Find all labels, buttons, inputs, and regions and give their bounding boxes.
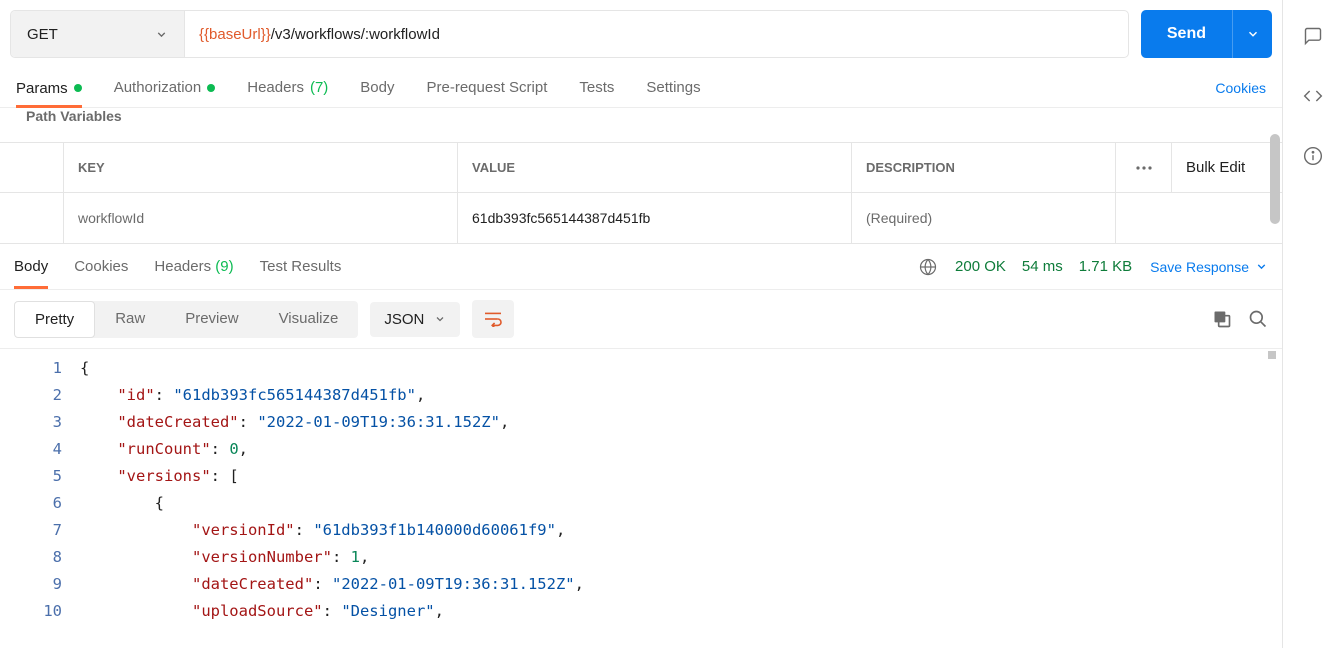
tab-prerequest[interactable]: Pre-request Script bbox=[427, 79, 548, 96]
minimap-indicator bbox=[1268, 351, 1276, 359]
response-body-viewer[interactable]: 12345678910 { "id": "61db393fc565144387d… bbox=[0, 349, 1282, 648]
request-tabs: Params Authorization Headers (7) Body Pr… bbox=[0, 68, 1282, 108]
send-dropdown-button[interactable] bbox=[1232, 10, 1272, 58]
tab-authorization[interactable]: Authorization bbox=[114, 79, 216, 96]
more-options-button[interactable] bbox=[1116, 143, 1172, 192]
chevron-down-icon bbox=[155, 28, 168, 41]
send-button[interactable]: Send bbox=[1141, 10, 1232, 58]
copy-icon[interactable] bbox=[1212, 309, 1232, 329]
key-cell[interactable]: workflowId bbox=[64, 193, 458, 243]
bulk-edit-button[interactable]: Bulk Edit bbox=[1172, 143, 1282, 192]
response-tabs: Body Cookies Headers (9) Test Results 20… bbox=[0, 244, 1282, 290]
active-dot-icon bbox=[207, 84, 215, 92]
status-size: 1.71 KB bbox=[1079, 258, 1132, 275]
tab-response-cookies[interactable]: Cookies bbox=[74, 258, 128, 275]
value-header: VALUE bbox=[458, 143, 852, 192]
view-preview[interactable]: Preview bbox=[165, 301, 258, 338]
value-cell[interactable]: 61db393fc565144387d451fb bbox=[458, 193, 852, 243]
comments-icon[interactable] bbox=[1303, 26, 1323, 46]
view-mode-group: Pretty Raw Preview Visualize bbox=[14, 301, 358, 338]
wrap-lines-button[interactable] bbox=[472, 300, 514, 338]
checkbox-header bbox=[0, 143, 64, 192]
save-response-button[interactable]: Save Response bbox=[1150, 259, 1268, 275]
globe-icon[interactable] bbox=[919, 258, 937, 276]
response-status: 200 OK 54 ms 1.71 KB bbox=[955, 258, 1132, 275]
tab-response-body[interactable]: Body bbox=[14, 244, 48, 289]
url-path: /v3/workflows/:workflowId bbox=[271, 26, 440, 43]
key-header: KEY bbox=[64, 143, 458, 192]
url-input[interactable]: {{baseUrl}}/v3/workflows/:workflowId bbox=[185, 11, 1128, 57]
send-group: Send bbox=[1141, 10, 1272, 58]
table-row: workflowId 61db393fc565144387d451fb (Req… bbox=[0, 193, 1282, 243]
request-url-bar: GET {{baseUrl}}/v3/workflows/:workflowId bbox=[10, 10, 1129, 58]
status-time: 54 ms bbox=[1022, 258, 1063, 275]
active-dot-icon bbox=[74, 84, 82, 92]
method-select[interactable]: GET bbox=[11, 11, 185, 57]
view-raw[interactable]: Raw bbox=[95, 301, 165, 338]
tab-response-headers[interactable]: Headers (9) bbox=[154, 258, 233, 275]
row-checkbox[interactable] bbox=[0, 193, 64, 243]
tab-headers[interactable]: Headers (7) bbox=[247, 79, 328, 96]
path-variables-table: KEY VALUE DESCRIPTION Bulk Edit workflow… bbox=[0, 142, 1282, 244]
scrollbar-thumb[interactable] bbox=[1270, 134, 1280, 224]
right-sidebar bbox=[1283, 0, 1343, 648]
tab-tests[interactable]: Tests bbox=[579, 79, 614, 96]
tab-settings[interactable]: Settings bbox=[646, 79, 700, 96]
path-variables-label: Path Variables bbox=[0, 108, 1282, 124]
info-icon[interactable] bbox=[1303, 146, 1323, 166]
format-bar: Pretty Raw Preview Visualize JSON bbox=[0, 290, 1282, 349]
tab-params[interactable]: Params bbox=[16, 69, 82, 108]
tab-test-results[interactable]: Test Results bbox=[260, 258, 342, 275]
view-pretty[interactable]: Pretty bbox=[14, 301, 95, 338]
method-label: GET bbox=[27, 26, 58, 43]
line-gutter: 12345678910 bbox=[0, 355, 80, 648]
status-code: 200 OK bbox=[955, 258, 1006, 275]
view-visualize[interactable]: Visualize bbox=[259, 301, 359, 338]
tab-body[interactable]: Body bbox=[360, 79, 394, 96]
code-content: { "id": "61db393fc565144387d451fb", "dat… bbox=[80, 355, 1282, 648]
search-icon[interactable] bbox=[1248, 309, 1268, 329]
desc-cell[interactable]: (Required) bbox=[852, 193, 1116, 243]
url-variable: {{baseUrl}} bbox=[199, 26, 271, 43]
code-icon[interactable] bbox=[1302, 86, 1324, 106]
desc-header: DESCRIPTION bbox=[852, 143, 1116, 192]
language-select[interactable]: JSON bbox=[370, 302, 460, 337]
cookies-link[interactable]: Cookies bbox=[1215, 80, 1266, 96]
